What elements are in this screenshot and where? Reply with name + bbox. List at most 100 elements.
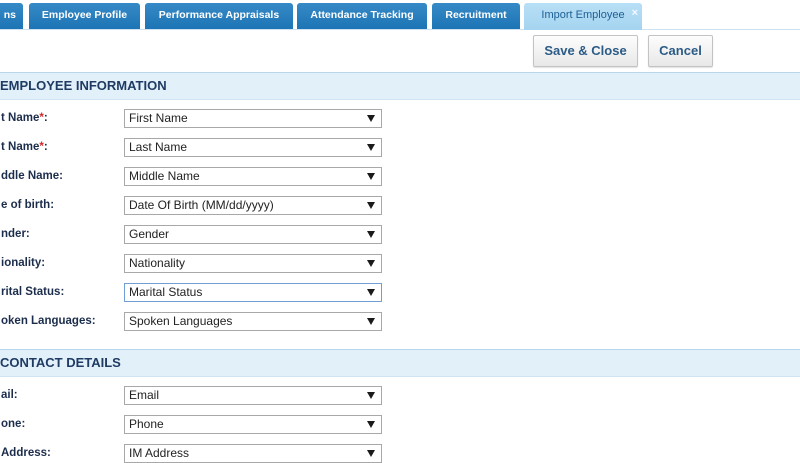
dropdown-selected-value: Marital Status (129, 285, 203, 299)
tab-label: Import Employee (541, 9, 625, 21)
tab-employee-profile[interactable]: Employee Profile (29, 3, 140, 29)
tab-recruitment[interactable]: Recruitment (432, 3, 520, 29)
field-label: e of birth: (1, 191, 54, 220)
employee-information-section: EMPLOYEE INFORMATION t Name*: First Name… (0, 72, 800, 349)
section-body: ail: Email one: Phone Address: IM Addres… (0, 377, 800, 463)
first-name-mapping-dropdown[interactable]: First Name (124, 109, 382, 128)
caret-down-icon[interactable] (367, 144, 375, 151)
caret-down-icon[interactable] (367, 173, 375, 180)
field-row-last-name: t Name*: Last Name (0, 133, 800, 162)
tab-performance-appraisals[interactable]: Performance Appraisals (145, 3, 293, 29)
field-label: t Name*: (1, 104, 48, 133)
field-label: nder: (1, 220, 30, 249)
label-colon: : (43, 112, 48, 124)
field-label: oken Languages: (1, 307, 96, 336)
field-label-text: t Name (1, 141, 40, 153)
tab-label: Recruitment (445, 9, 507, 21)
field-label-text: ddle Name (1, 170, 60, 182)
field-row-marital-status: rital Status: Marital Status (0, 278, 800, 307)
close-icon[interactable]: × (632, 6, 638, 20)
tab-label: Performance Appraisals (158, 9, 280, 21)
marital-status-mapping-dropdown[interactable]: Marital Status (124, 283, 382, 302)
im-address-mapping-dropdown[interactable]: IM Address (124, 444, 382, 463)
tab-label: Employee Profile (41, 9, 128, 21)
caret-down-icon[interactable] (367, 202, 375, 209)
contact-details-section: CONTACT DETAILS ail: Email one: Phone Ad… (0, 349, 800, 463)
date-of-birth-mapping-dropdown[interactable]: Date Of Birth (MM/dd/yyyy) (124, 196, 382, 215)
dropdown-selected-value: Spoken Languages (129, 314, 233, 328)
field-label: ionality: (1, 249, 45, 278)
caret-down-icon[interactable] (367, 289, 375, 296)
caret-down-icon[interactable] (367, 231, 375, 238)
cancel-button[interactable]: Cancel (648, 35, 713, 67)
caret-down-icon[interactable] (367, 392, 375, 399)
field-label: ail: (1, 381, 18, 410)
dropdown-selected-value: First Name (129, 111, 188, 125)
label-colon: : (41, 257, 46, 269)
tab-import-employee[interactable]: Import Employee × (524, 3, 642, 30)
dropdown-selected-value: Email (129, 388, 160, 402)
field-label-text: Address (1, 447, 48, 459)
dropdown-selected-value: Middle Name (129, 169, 200, 183)
field-row-first-name: t Name*: First Name (0, 104, 800, 133)
label-colon: : (50, 199, 55, 211)
field-label-text: t Name (1, 112, 40, 124)
caret-down-icon[interactable] (367, 318, 375, 325)
field-label-text: ionality (1, 257, 42, 269)
tab-label: ns (3, 9, 16, 21)
field-row-email: ail: Email (0, 381, 800, 410)
caret-down-icon[interactable] (367, 450, 375, 457)
section-title-employee-information: EMPLOYEE INFORMATION (0, 72, 800, 100)
caret-down-icon[interactable] (367, 421, 375, 428)
toolbar: Save & Close Cancel (0, 30, 800, 72)
label-colon: : (91, 315, 96, 327)
field-label: rital Status: (1, 278, 64, 307)
label-colon: : (43, 141, 48, 153)
gender-mapping-dropdown[interactable]: Gender (124, 225, 382, 244)
field-label-text: rital Status (1, 286, 61, 298)
nationality-mapping-dropdown[interactable]: Nationality (124, 254, 382, 273)
field-label: one: (1, 410, 25, 439)
save-and-close-button[interactable]: Save & Close (533, 35, 638, 67)
field-label-text: ail (1, 389, 14, 401)
tab-attendance-tracking[interactable]: Attendance Tracking (297, 3, 427, 29)
tab-label: Attendance Tracking (310, 9, 414, 21)
label-colon: : (47, 447, 51, 459)
email-mapping-dropdown[interactable]: Email (124, 386, 382, 405)
tab-partial-left[interactable]: ns (0, 3, 23, 29)
phone-mapping-dropdown[interactable]: Phone (124, 415, 382, 434)
section-title-contact-details: CONTACT DETAILS (0, 349, 800, 377)
label-colon: : (21, 418, 26, 430)
field-label: Address: (1, 439, 51, 463)
spoken-languages-mapping-dropdown[interactable]: Spoken Languages (124, 312, 382, 331)
field-row-date-of-birth: e of birth: Date Of Birth (MM/dd/yyyy) (0, 191, 800, 220)
caret-down-icon[interactable] (367, 260, 375, 267)
field-label-text: one (1, 418, 22, 430)
dropdown-selected-value: Nationality (129, 256, 186, 270)
field-row-gender: nder: Gender (0, 220, 800, 249)
field-row-nationality: ionality: Nationality (0, 249, 800, 278)
field-row-im-address: Address: IM Address (0, 439, 800, 463)
field-row-middle-name: ddle Name: Middle Name (0, 162, 800, 191)
dropdown-selected-value: Last Name (129, 140, 188, 154)
dropdown-selected-value: Date Of Birth (MM/dd/yyyy) (129, 198, 274, 212)
label-colon: : (25, 228, 30, 240)
section-body: t Name*: First Name t Name*: Last Name d… (0, 100, 800, 349)
field-label: ddle Name: (1, 162, 63, 191)
field-label-text: nder (1, 228, 26, 240)
label-colon: : (60, 286, 65, 298)
dropdown-selected-value: IM Address (129, 446, 190, 460)
field-label-text: oken Languages (1, 315, 92, 327)
field-row-spoken-languages: oken Languages: Spoken Languages (0, 307, 800, 336)
caret-down-icon[interactable] (367, 115, 375, 122)
dropdown-selected-value: Phone (129, 417, 164, 431)
last-name-mapping-dropdown[interactable]: Last Name (124, 138, 382, 157)
label-colon: : (13, 389, 18, 401)
middle-name-mapping-dropdown[interactable]: Middle Name (124, 167, 382, 186)
field-label: t Name*: (1, 133, 48, 162)
dropdown-selected-value: Gender (129, 227, 170, 241)
label-colon: : (59, 170, 64, 182)
tab-bar: ns Employee Profile Performance Appraisa… (0, 0, 800, 30)
field-label-text: e of birth (1, 199, 51, 211)
field-row-phone: one: Phone (0, 410, 800, 439)
